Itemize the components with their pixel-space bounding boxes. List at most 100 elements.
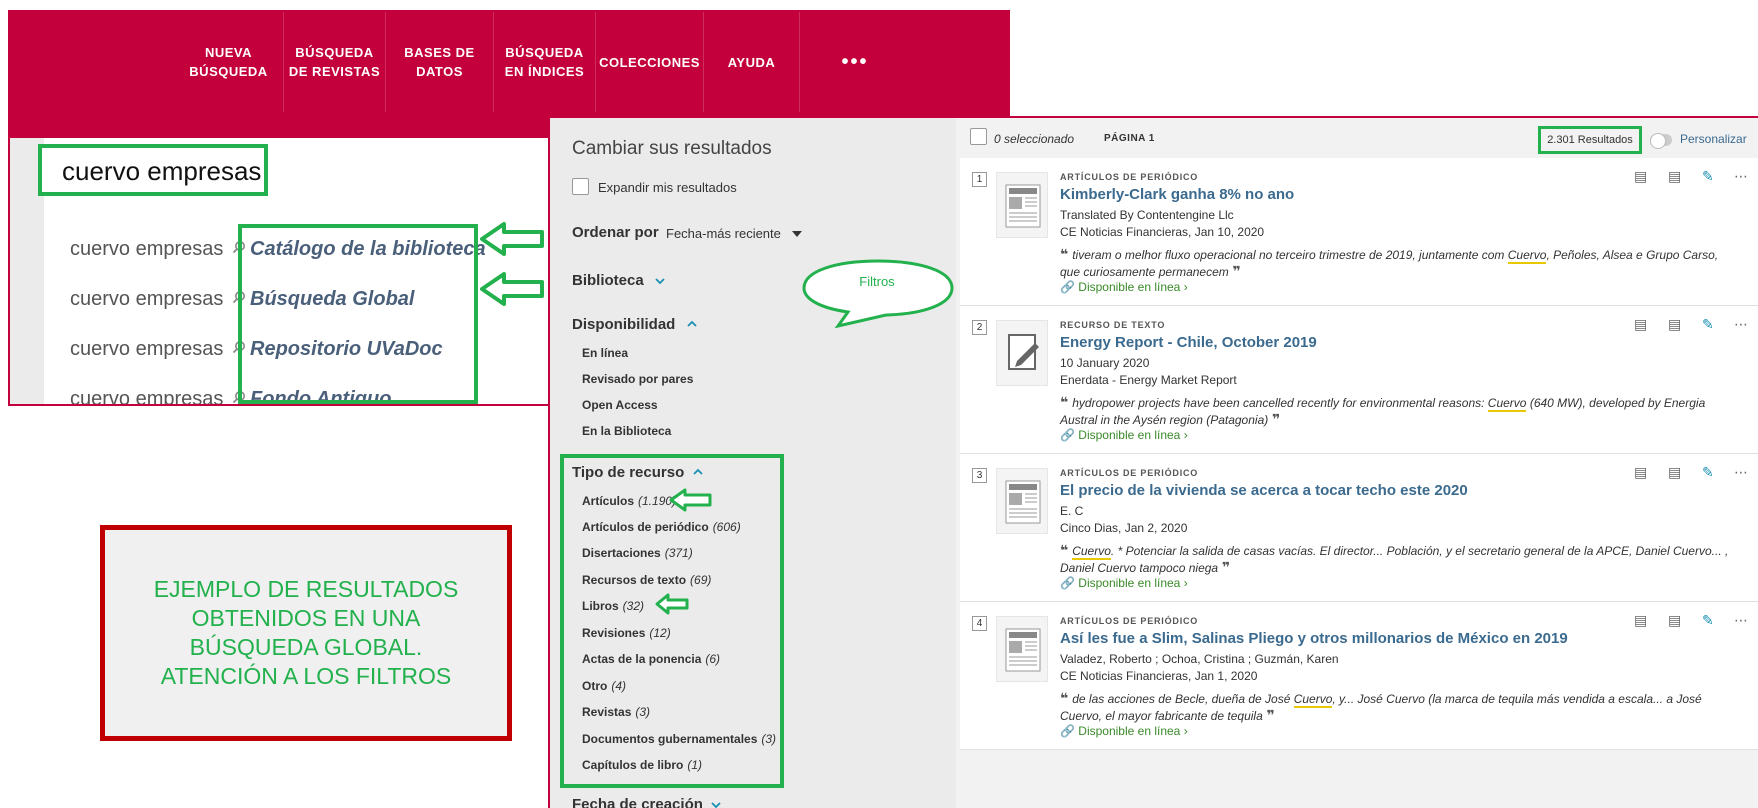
availability-peer-reviewed[interactable]: Revisado por pares (582, 372, 693, 386)
result-number[interactable]: 1 (972, 172, 987, 187)
result-author: E. C (1060, 504, 1084, 518)
result-item[interactable]: 4 ARTÍCULOS DE PERIÓDICO Así les fue a S… (960, 602, 1758, 750)
more-actions-icon[interactable]: ⋯ (1734, 316, 1748, 333)
search-input[interactable]: cuervo empresas (38, 144, 268, 196)
citation-icon[interactable]: ▤ (1634, 168, 1647, 185)
page-indicator: PÁGINA 1 (1104, 133, 1155, 144)
export-icon[interactable]: ▤ (1668, 612, 1681, 629)
nav-new-search[interactable]: NUEVA BÚSQUEDA (174, 12, 284, 112)
suggestion-query: cuervo empresas (70, 287, 224, 310)
suggestion-query: cuervo empresas (70, 337, 224, 360)
nav-collections[interactable]: COLECCIONES (596, 12, 704, 112)
expand-results-label: Expandir mis resultados (598, 180, 737, 195)
select-all-checkbox[interactable] (970, 128, 987, 145)
nav-databases[interactable]: BASES DE DATOS (386, 12, 494, 112)
nav-journal-search[interactable]: BÚSQUEDA DE REVISTAS (284, 12, 386, 112)
result-number[interactable]: 2 (972, 320, 987, 335)
result-title-link[interactable]: Energy Report - Chile, October 2019 (1060, 334, 1317, 351)
chevron-up-icon[interactable] (686, 319, 698, 329)
result-item[interactable]: 1 ARTÍCULOS DE PERIÓDICO Kimberly-Clark … (960, 158, 1758, 306)
citation-icon[interactable]: ▤ (1634, 316, 1647, 333)
result-title-link[interactable]: El precio de la vivienda se acerca a toc… (1060, 482, 1468, 499)
result-date: 10 January 2020 (1060, 356, 1150, 370)
result-source: Cinco Dias, Jan 2, 2020 (1060, 521, 1188, 535)
more-menu-icon[interactable]: ••• (800, 12, 910, 112)
more-actions-icon[interactable]: ⋯ (1734, 612, 1748, 629)
pin-icon[interactable]: ✎ (1702, 316, 1714, 333)
result-actions: ▤ ▤ ✎ ⋯ (1634, 168, 1754, 184)
text-resource-icon (996, 320, 1048, 386)
result-snippet: ❝ tiveram o melhor fluxo operacional no t… (1060, 246, 1719, 279)
export-icon[interactable]: ▤ (1668, 316, 1681, 333)
result-snippet: ❝ hydropower projects have been cancelled… (1060, 394, 1706, 427)
facet-availability[interactable]: Disponibilidad (572, 316, 675, 333)
results-screenshot: Cambiar sus resultados Expandir mis resu… (548, 116, 1758, 808)
availability-link[interactable]: 🔗 Disponible en línea › (1060, 428, 1188, 442)
facet-library[interactable]: Biblioteca (572, 272, 644, 289)
customize-label[interactable]: Personalizar (1680, 132, 1747, 146)
speech-bubble-icon (802, 259, 954, 328)
chevron-down-icon[interactable] (710, 800, 722, 808)
availability-in-library[interactable]: En la Biblioteca (582, 424, 671, 438)
customize-toggle[interactable] (1650, 133, 1672, 149)
pin-icon[interactable]: ✎ (1702, 612, 1714, 629)
newspaper-icon (996, 468, 1048, 534)
result-actions: ▤ ▤ ✎ ⋯ (1634, 612, 1754, 628)
arrow-left-icon (480, 272, 544, 306)
availability-open-access[interactable]: Open Access (582, 398, 658, 412)
result-number[interactable]: 3 (972, 468, 987, 483)
result-title-link[interactable]: Kimberly-Clark ganha 8% no ano (1060, 186, 1294, 203)
citation-icon[interactable]: ▤ (1634, 464, 1647, 481)
arrow-left-icon (655, 593, 689, 615)
chevron-down-icon[interactable] (654, 276, 666, 286)
result-author: Translated By Contentengine Llc (1060, 208, 1234, 222)
availability-link[interactable]: 🔗 Disponible en línea › (1060, 576, 1188, 590)
results-toolbar: 0 seleccionado PÁGINA 1 2.301 Resultados… (960, 118, 1758, 154)
export-icon[interactable]: ▤ (1668, 168, 1681, 185)
pin-icon[interactable]: ✎ (1702, 464, 1714, 481)
result-type: ARTÍCULOS DE PERIÓDICO (1060, 172, 1199, 182)
facet-creation-date[interactable]: Fecha de creación (572, 796, 703, 808)
result-snippet: ❝ Cuervo. * Potenciar la salida de casas … (1060, 542, 1729, 575)
arrow-left-icon (480, 222, 544, 256)
facet-panel: Cambiar sus resultados Expandir mis resu… (550, 118, 956, 808)
suggestion-query: cuervo empresas (70, 387, 224, 406)
result-item[interactable]: 3 ARTÍCULOS DE PERIÓDICO El precio de la… (960, 454, 1758, 602)
citation-icon[interactable]: ▤ (1634, 612, 1647, 629)
availability-link[interactable]: 🔗 Disponible en línea › (1060, 724, 1188, 738)
example-note-box: EJEMPLO DE RESULTADOS OBTENIDOS EN UNA B… (100, 525, 512, 741)
more-actions-icon[interactable]: ⋯ (1734, 168, 1748, 185)
expand-results-checkbox[interactable] (572, 178, 589, 195)
result-actions: ▤ ▤ ✎ ⋯ (1634, 316, 1754, 332)
more-actions-icon[interactable]: ⋯ (1734, 464, 1748, 481)
nav-index-search[interactable]: BÚSQUEDA EN ÍNDICES (494, 12, 596, 112)
suggestion-query: cuervo empresas (70, 237, 224, 260)
result-source: Enerdata - Energy Market Report (1060, 373, 1237, 387)
result-type: RECURSO DE TEXTO (1060, 320, 1166, 330)
result-type: ARTÍCULOS DE PERIÓDICO (1060, 616, 1199, 626)
availability-link[interactable]: 🔗 Disponible en línea › (1060, 280, 1188, 294)
sort-label: Ordenar por (572, 224, 659, 241)
caret-down-icon[interactable] (792, 231, 802, 237)
result-source: CE Noticias Financieras, Jan 1, 2020 (1060, 669, 1258, 683)
result-number[interactable]: 4 (972, 616, 987, 631)
newspaper-icon (996, 172, 1048, 238)
availability-online[interactable]: En línea (582, 346, 628, 360)
filters-bubble-label: Filtros (859, 274, 895, 289)
result-snippet: ❝ de las acciones de Becle, dueña de José… (1060, 690, 1702, 723)
scope-highlight-box (238, 224, 478, 404)
example-note-text: EJEMPLO DE RESULTADOS OBTENIDOS EN UNA B… (153, 576, 459, 689)
facets-title: Cambiar sus resultados (572, 138, 772, 159)
search-input-value: cuervo empresas (62, 156, 262, 186)
pin-icon[interactable]: ✎ (1702, 168, 1714, 185)
sort-select[interactable]: Fecha-más reciente (666, 226, 781, 241)
result-type: ARTÍCULOS DE PERIÓDICO (1060, 468, 1199, 478)
result-author: Valadez, Roberto ; Ochoa, Cristina ; Guz… (1060, 652, 1339, 666)
arrow-left-icon (669, 488, 712, 512)
result-title-link[interactable]: Así les fue a Slim, Salinas Pliego y otr… (1060, 630, 1568, 647)
results-count: 2.301 Resultados (1538, 126, 1642, 154)
export-icon[interactable]: ▤ (1668, 464, 1681, 481)
result-item[interactable]: 2 RECURSO DE TEXTO Energy Report - Chile… (960, 306, 1758, 454)
nav-help[interactable]: AYUDA (704, 12, 800, 112)
selected-count: 0 seleccionado (994, 132, 1075, 146)
